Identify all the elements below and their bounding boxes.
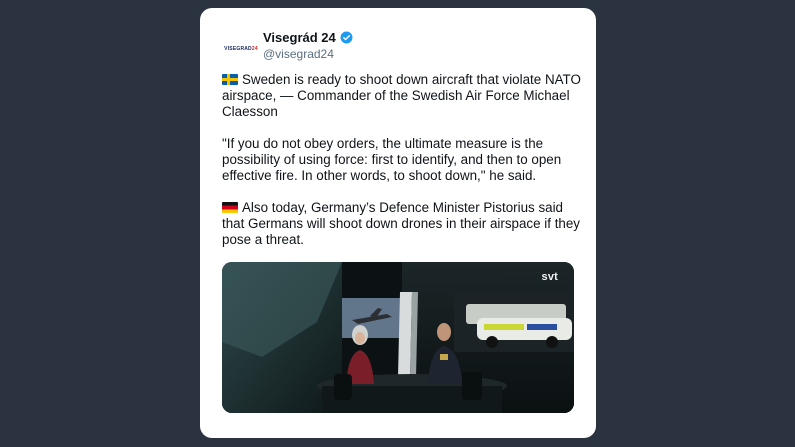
svt-watermark: svt bbox=[541, 271, 558, 283]
avatar[interactable]: VISEGRAD24 bbox=[220, 28, 262, 70]
tweet-video[interactable]: svt bbox=[222, 262, 574, 413]
author-name-row[interactable]: Visegrád 24 bbox=[263, 30, 353, 45]
tweet-paragraph-1: Sweden is ready to shoot down aircraft t… bbox=[222, 72, 581, 119]
avatar-logo: VISEGRAD24 bbox=[224, 46, 258, 52]
tweet-card[interactable]: VISEGRAD24 Visegrád 24 @visegrad24 Swede… bbox=[200, 8, 596, 438]
tweet-text: Sweden is ready to shoot down aircraft t… bbox=[222, 72, 584, 264]
video-frame bbox=[222, 262, 574, 413]
display-name[interactable]: Visegrád 24 bbox=[263, 30, 336, 45]
germany-flag-icon bbox=[222, 202, 238, 213]
tweet-paragraph-2: "If you do not obey orders, the ultimate… bbox=[222, 136, 562, 183]
tweet-paragraph-3: Also today, Germany’s Defence Minister P… bbox=[222, 200, 581, 247]
verified-badge-icon bbox=[340, 31, 353, 44]
sweden-flag-icon bbox=[222, 74, 238, 85]
author-handle[interactable]: @visegrad24 bbox=[263, 47, 334, 61]
